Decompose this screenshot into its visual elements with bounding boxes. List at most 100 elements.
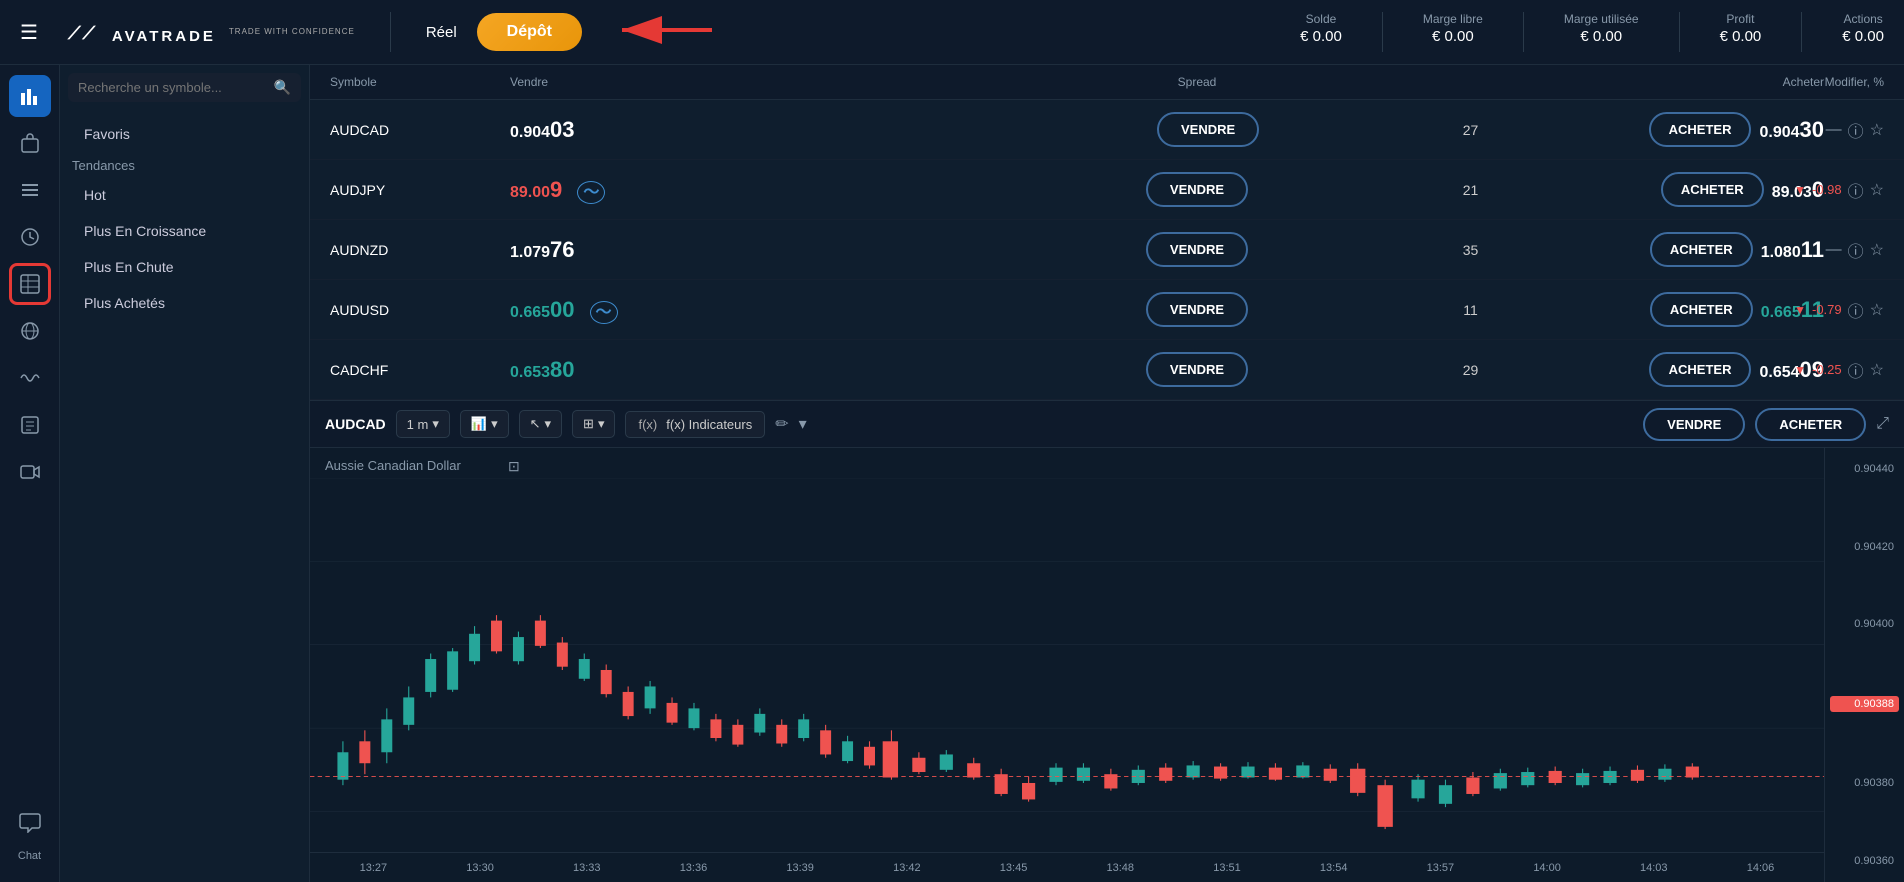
- search-box[interactable]: 🔍: [68, 73, 301, 102]
- vendre-btn-cadchf[interactable]: VENDRE: [1146, 352, 1248, 387]
- sell-price-audjpy: 89.009 〜: [510, 177, 690, 203]
- th-acheter: Acheter: [1704, 75, 1824, 89]
- th-vendre: Vendre: [510, 75, 690, 89]
- candlestick-chart: [310, 478, 1824, 882]
- acheter-btn-audnzd[interactable]: ACHETER: [1650, 232, 1753, 267]
- right-area: Symbole Vendre Spread Acheter Modifier, …: [310, 65, 1904, 882]
- header-stats: Solde € 0.00 Marge libre € 0.00 Marge ut…: [1300, 12, 1884, 52]
- modifier-val-audjpy: -0.98: [1812, 182, 1842, 197]
- indicator-btn[interactable]: f(x) f(x) Indicateurs: [625, 411, 765, 438]
- info-icon-audusd[interactable]: ⓘ: [1848, 298, 1864, 322]
- star-icon-audcad[interactable]: ☆: [1870, 120, 1884, 140]
- watchlist-item-achetes[interactable]: Plus Achetés: [72, 285, 297, 321]
- acheter-btn-audcad[interactable]: ACHETER: [1649, 112, 1752, 147]
- sidebar-icon-history[interactable]: [9, 216, 51, 258]
- chart-type-btn[interactable]: 📊 ▾: [460, 410, 509, 438]
- sidebar-icon-table[interactable]: [9, 263, 51, 305]
- spread-cell-audusd: VENDRE: [1157, 292, 1237, 327]
- chat-label: Chat: [18, 850, 41, 862]
- sidebar-icon-portfolio[interactable]: [9, 122, 51, 164]
- watchlist-item-hot[interactable]: Hot: [72, 177, 297, 213]
- time-label-0: 13:27: [360, 862, 388, 874]
- sidebar-icon-chat[interactable]: [9, 801, 51, 843]
- stat-profit: Profit € 0.00: [1720, 12, 1762, 52]
- stat-solde: Solde € 0.00: [1300, 12, 1342, 52]
- time-label-8: 13:51: [1213, 862, 1241, 874]
- buy-cell-audjpy: ACHETER 89.030: [1704, 172, 1824, 207]
- timeframe-label: 1 m: [407, 417, 429, 432]
- vendre-btn-audusd[interactable]: VENDRE: [1146, 292, 1248, 327]
- stat-actions: Actions € 0.00: [1842, 12, 1884, 52]
- chart-area: Aussie Canadian Dollar ⊡ 0.90440 0.90420…: [310, 448, 1904, 882]
- menu-toggle-icon[interactable]: ☰: [20, 20, 38, 45]
- cursor-btn[interactable]: ↖ ▾: [519, 410, 562, 438]
- vendre-btn-audjpy[interactable]: VENDRE: [1146, 172, 1248, 207]
- stat-divider-2: [1523, 12, 1524, 52]
- table-row: AUDUSD 0.66500 〜 VENDRE 11 ACHETER 0.665…: [310, 280, 1904, 340]
- symbol-audusd: AUDUSD: [330, 302, 510, 318]
- depot-button[interactable]: Dépôt: [477, 13, 582, 51]
- sidebar-icon-menu[interactable]: [9, 169, 51, 211]
- layout-btn[interactable]: ⊞ ▾: [572, 410, 615, 438]
- modifier-dash-audcad: —: [1826, 121, 1842, 139]
- spread-audcad: VENDRE: [1157, 112, 1237, 147]
- sidebar-icon-video[interactable]: [9, 451, 51, 493]
- sidebar-icon-globe[interactable]: [9, 310, 51, 352]
- chevron-cadchf: ▼: [1794, 363, 1806, 377]
- timeframe-selector[interactable]: 1 m ▾: [396, 410, 450, 438]
- chart-title: Aussie Canadian Dollar: [325, 458, 461, 473]
- th-modifier: Modifier, %: [1824, 75, 1884, 89]
- price-label-1: 0.90420: [1830, 541, 1899, 553]
- sidebar-icon-news[interactable]: [9, 404, 51, 446]
- watchlist-item-croissance[interactable]: Plus En Croissance: [72, 213, 297, 249]
- draw-dropdown-icon[interactable]: ▾: [799, 414, 807, 434]
- spread-cell-cadchf: VENDRE: [1157, 352, 1237, 387]
- chart-vendre-btn[interactable]: VENDRE: [1643, 408, 1745, 441]
- buy-price-audcad: 0.90430: [1759, 117, 1824, 143]
- acheter-btn-cadchf[interactable]: ACHETER: [1649, 352, 1752, 387]
- expand-icon[interactable]: ⤢: [1876, 415, 1889, 433]
- watchlist-section: Favoris Tendances Hot Plus En Croissance…: [60, 110, 309, 327]
- modifier-val-audusd: -0.79: [1812, 302, 1842, 317]
- watchlist-panel: 🔍 Favoris Tendances Hot Plus En Croissan…: [60, 65, 310, 882]
- price-label-4: 0.90380: [1830, 777, 1899, 789]
- modifier-cell-audcad: — ⓘ ☆: [1824, 118, 1884, 142]
- wave-audusd: 〜: [590, 301, 618, 324]
- symbol-audnzd: AUDNZD: [330, 242, 510, 258]
- chart-acheter-btn[interactable]: ACHETER: [1755, 408, 1866, 441]
- modifier-val-cadchf: -0.25: [1812, 362, 1842, 377]
- info-icon-audjpy[interactable]: ⓘ: [1848, 178, 1864, 202]
- star-icon-audnzd[interactable]: ☆: [1870, 240, 1884, 260]
- star-icon-audjpy[interactable]: ☆: [1870, 180, 1884, 200]
- info-icon-cadchf[interactable]: ⓘ: [1848, 358, 1864, 382]
- info-icon-audnzd[interactable]: ⓘ: [1848, 238, 1864, 262]
- sidebar-icon-chart[interactable]: [9, 75, 51, 117]
- modifier-cell-audjpy: ▼ -0.98 ⓘ ☆: [1824, 178, 1884, 202]
- sidebar-icon-wave[interactable]: [9, 357, 51, 399]
- price-label-highlighted: 0.90388: [1830, 696, 1899, 712]
- buy-price-audnzd: 1.08011: [1761, 237, 1824, 263]
- sidebar: Chat: [0, 65, 60, 882]
- logo-ava-text: ⟋⟋ AVATRADE: [68, 16, 216, 48]
- indicator-fx-icon: f(x): [638, 417, 657, 432]
- chevron-audjpy: ▼: [1794, 183, 1806, 197]
- watchlist-favoris[interactable]: Favoris: [72, 116, 297, 152]
- draw-pencil-icon[interactable]: ✏: [775, 414, 788, 434]
- chart-expand-icon[interactable]: ⊡: [508, 458, 520, 475]
- spread-cell-audnzd: VENDRE: [1157, 232, 1237, 267]
- watchlist-item-chute[interactable]: Plus En Chute: [72, 249, 297, 285]
- search-input[interactable]: [78, 80, 274, 95]
- spread-val-audnzd: 35: [1237, 242, 1704, 258]
- star-icon-audusd[interactable]: ☆: [1870, 300, 1884, 320]
- acheter-btn-audusd[interactable]: ACHETER: [1650, 292, 1753, 327]
- time-label-10: 13:57: [1427, 862, 1455, 874]
- star-icon-cadchf[interactable]: ☆: [1870, 360, 1884, 380]
- modifier-cell-cadchf: ▼ -0.25 ⓘ ☆: [1824, 358, 1884, 382]
- info-icon-audcad[interactable]: ⓘ: [1848, 118, 1864, 142]
- sell-price-audusd: 0.66500 〜: [510, 297, 690, 323]
- vendre-btn-audnzd[interactable]: VENDRE: [1146, 232, 1248, 267]
- table-row: AUDNZD 1.07976 VENDRE 35 ACHETER 1.08011…: [310, 220, 1904, 280]
- table-row: AUDCAD 0.90403 VENDRE 27 ACHETER 0.90430…: [310, 100, 1904, 160]
- stat-divider-1: [1382, 12, 1383, 52]
- acheter-btn-audjpy[interactable]: ACHETER: [1661, 172, 1764, 207]
